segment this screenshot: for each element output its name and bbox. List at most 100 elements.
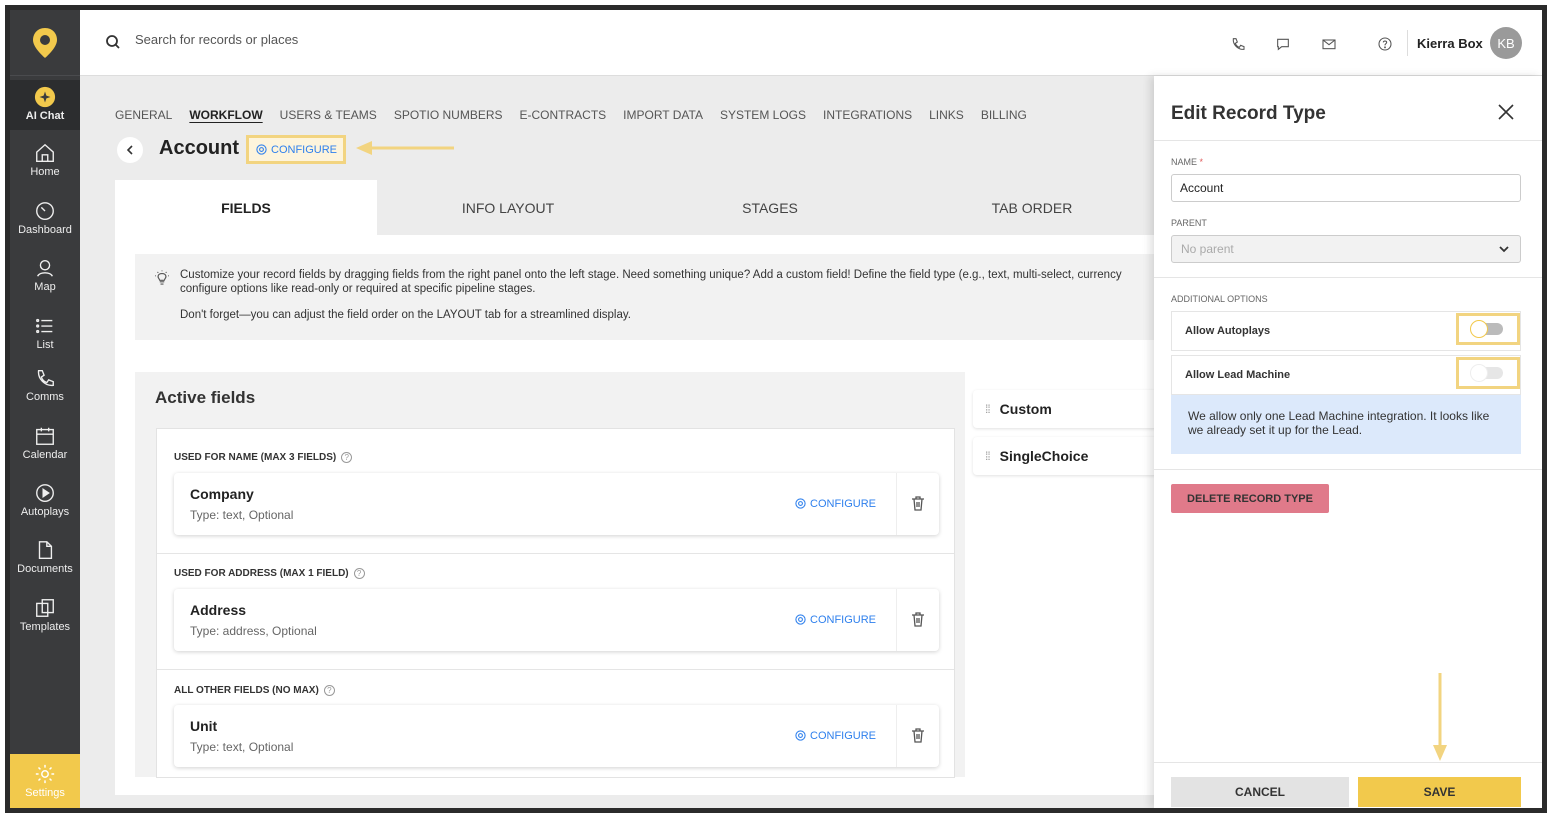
top-bar: Kierra Box KB bbox=[80, 10, 1542, 76]
tab-info-layout[interactable]: INFO LAYOUT bbox=[377, 180, 639, 235]
panel-title: Edit Record Type bbox=[1171, 103, 1326, 124]
tab-fields[interactable]: FIELDS bbox=[115, 180, 377, 235]
lead-machine-notice: We allow only one Lead Machine integrati… bbox=[1171, 395, 1521, 454]
sidebar-item-settings[interactable]: Settings bbox=[10, 754, 80, 808]
close-icon[interactable] bbox=[1497, 103, 1515, 121]
field-card-address[interactable]: Address Type: address, Optional CONFIGUR… bbox=[174, 589, 939, 651]
sidebar-item-list[interactable]: List bbox=[10, 315, 80, 351]
app-logo[interactable] bbox=[10, 10, 80, 76]
configure-field-button[interactable]: CONFIGURE bbox=[794, 497, 876, 510]
sidebar-item-comms[interactable]: Comms bbox=[10, 367, 80, 403]
back-button[interactable] bbox=[117, 137, 143, 163]
settings-nav-import-data[interactable]: IMPORT DATA bbox=[623, 108, 703, 122]
help-icon[interactable]: ? bbox=[341, 452, 353, 463]
app-frame: AI Chat Home Dashboard Map List Comms Ca… bbox=[5, 5, 1547, 813]
panel-divider bbox=[1154, 140, 1542, 141]
sidebar-item-documents[interactable]: Documents bbox=[10, 539, 80, 575]
gear-icon bbox=[795, 730, 806, 741]
active-fields-list: USED FOR NAME (MAX 3 FIELDS) ? Company T… bbox=[156, 428, 955, 778]
help-icon[interactable]: ? bbox=[323, 685, 335, 696]
configure-field-button[interactable]: CONFIGURE bbox=[794, 613, 876, 626]
gear-icon bbox=[256, 144, 267, 155]
field-card-company[interactable]: Company Type: text, Optional CONFIGURE bbox=[174, 473, 939, 535]
panel-divider bbox=[1154, 469, 1542, 470]
parent-select[interactable]: No parent bbox=[1171, 235, 1521, 263]
sidebar-item-templates[interactable]: Templates bbox=[10, 597, 80, 633]
help-icon[interactable]: ? bbox=[353, 568, 365, 579]
sidebar-item-label: Dashboard bbox=[18, 224, 72, 236]
toggle-switch bbox=[1470, 320, 1503, 338]
trash-icon[interactable] bbox=[911, 612, 925, 627]
configure-label: CONFIGURE bbox=[810, 497, 876, 510]
tab-stages[interactable]: STAGES bbox=[639, 180, 901, 235]
sidebar-item-label: Comms bbox=[26, 391, 64, 403]
section-label-other: ALL OTHER FIELDS (NO MAX) ? bbox=[174, 685, 335, 696]
section-divider bbox=[157, 669, 954, 670]
drag-handle-icon[interactable]: ⁞⁞ bbox=[985, 402, 991, 416]
info-text-part: configure options like read-only or requ… bbox=[180, 283, 536, 295]
sidebar-item-map[interactable]: Map bbox=[10, 257, 80, 293]
gear-icon bbox=[795, 498, 806, 509]
settings-nav-users-teams[interactable]: USERS & TEAMS bbox=[280, 108, 377, 122]
available-field-singlechoice[interactable]: ⁞⁞ SingleChoice bbox=[973, 437, 1173, 475]
avatar[interactable]: KB bbox=[1490, 27, 1522, 59]
play-icon bbox=[36, 484, 54, 502]
cancel-button[interactable]: CANCEL bbox=[1171, 777, 1349, 807]
section-label-text: ALL OTHER FIELDS (NO MAX) bbox=[174, 685, 319, 696]
configure-label: CONFIGURE bbox=[810, 729, 876, 742]
chevron-down-icon bbox=[1499, 246, 1509, 253]
configure-field-button[interactable]: CONFIGURE bbox=[794, 729, 876, 742]
trash-icon[interactable] bbox=[911, 496, 925, 511]
name-label: NAME * bbox=[1171, 157, 1203, 167]
settings-nav-integrations[interactable]: INTEGRATIONS bbox=[823, 108, 912, 122]
help-icon bbox=[1378, 37, 1392, 51]
mail-button[interactable] bbox=[1316, 31, 1342, 57]
dashboard-icon bbox=[36, 202, 54, 220]
info-text-line2: Don't forget—you can adjust the field or… bbox=[180, 309, 631, 321]
annotation-arrow-down-icon bbox=[1433, 673, 1447, 761]
sidebar-item-label: Settings bbox=[25, 787, 65, 799]
available-field-label: SingleChoice bbox=[999, 448, 1089, 464]
settings-nav-links[interactable]: LINKS bbox=[929, 108, 964, 122]
trash-icon[interactable] bbox=[911, 728, 925, 743]
search-input[interactable] bbox=[135, 32, 535, 47]
name-field[interactable] bbox=[1171, 174, 1521, 202]
chat-button[interactable] bbox=[1270, 31, 1296, 57]
field-name: Company bbox=[190, 486, 254, 502]
chat-icon bbox=[1277, 38, 1289, 51]
field-type: Type: text, Optional bbox=[190, 508, 294, 522]
field-card-unit[interactable]: Unit Type: text, Optional CONFIGURE bbox=[174, 705, 939, 767]
section-label-text: USED FOR NAME (MAX 3 FIELDS) bbox=[174, 452, 337, 463]
field-type: Type: address, Optional bbox=[190, 624, 317, 638]
calendar-icon bbox=[36, 427, 54, 445]
sidebar-item-dashboard[interactable]: Dashboard bbox=[10, 200, 80, 236]
sidebar-item-autoplays[interactable]: Autoplays bbox=[10, 482, 80, 518]
autoplays-toggle[interactable] bbox=[1456, 313, 1520, 345]
settings-nav-system-logs[interactable]: SYSTEM LOGS bbox=[720, 108, 806, 122]
settings-nav-e-contracts[interactable]: E-CONTRACTS bbox=[520, 108, 607, 122]
lead-machine-toggle[interactable] bbox=[1456, 357, 1520, 389]
panel-divider bbox=[1154, 762, 1542, 763]
sidebar-item-calendar[interactable]: Calendar bbox=[10, 425, 80, 461]
configure-record-type-button[interactable]: CONFIGURE bbox=[246, 135, 346, 164]
sidebar-item-label: Documents bbox=[17, 563, 73, 575]
record-type-tabs: FIELDS INFO LAYOUT STAGES TAB ORDER bbox=[115, 180, 1215, 235]
tab-tab-order[interactable]: TAB ORDER bbox=[901, 180, 1163, 235]
available-field-custom[interactable]: ⁞⁞ Custom bbox=[973, 390, 1173, 428]
save-button[interactable]: SAVE bbox=[1358, 777, 1521, 807]
help-button[interactable] bbox=[1372, 31, 1398, 57]
toggle-knob bbox=[1470, 320, 1488, 338]
settings-nav-billing[interactable]: BILLING bbox=[981, 108, 1027, 122]
sidebar-item-label: AI Chat bbox=[25, 110, 65, 122]
drag-handle-icon[interactable]: ⁞⁞ bbox=[985, 449, 991, 463]
phone-button[interactable] bbox=[1225, 31, 1251, 57]
settings-nav-spotio-numbers[interactable]: SPOTIO NUMBERS bbox=[394, 108, 503, 122]
sidebar-item-ai-chat[interactable]: AI Chat bbox=[10, 80, 80, 130]
user-name[interactable]: Kierra Box bbox=[1417, 36, 1483, 51]
settings-nav-workflow[interactable]: WORKFLOW bbox=[189, 108, 262, 122]
logo-pin-icon bbox=[33, 27, 57, 58]
gear-icon bbox=[35, 764, 55, 784]
delete-record-type-button[interactable]: DELETE RECORD TYPE bbox=[1171, 484, 1329, 513]
sidebar-item-home[interactable]: Home bbox=[10, 142, 80, 178]
settings-nav-general[interactable]: GENERAL bbox=[115, 108, 172, 122]
